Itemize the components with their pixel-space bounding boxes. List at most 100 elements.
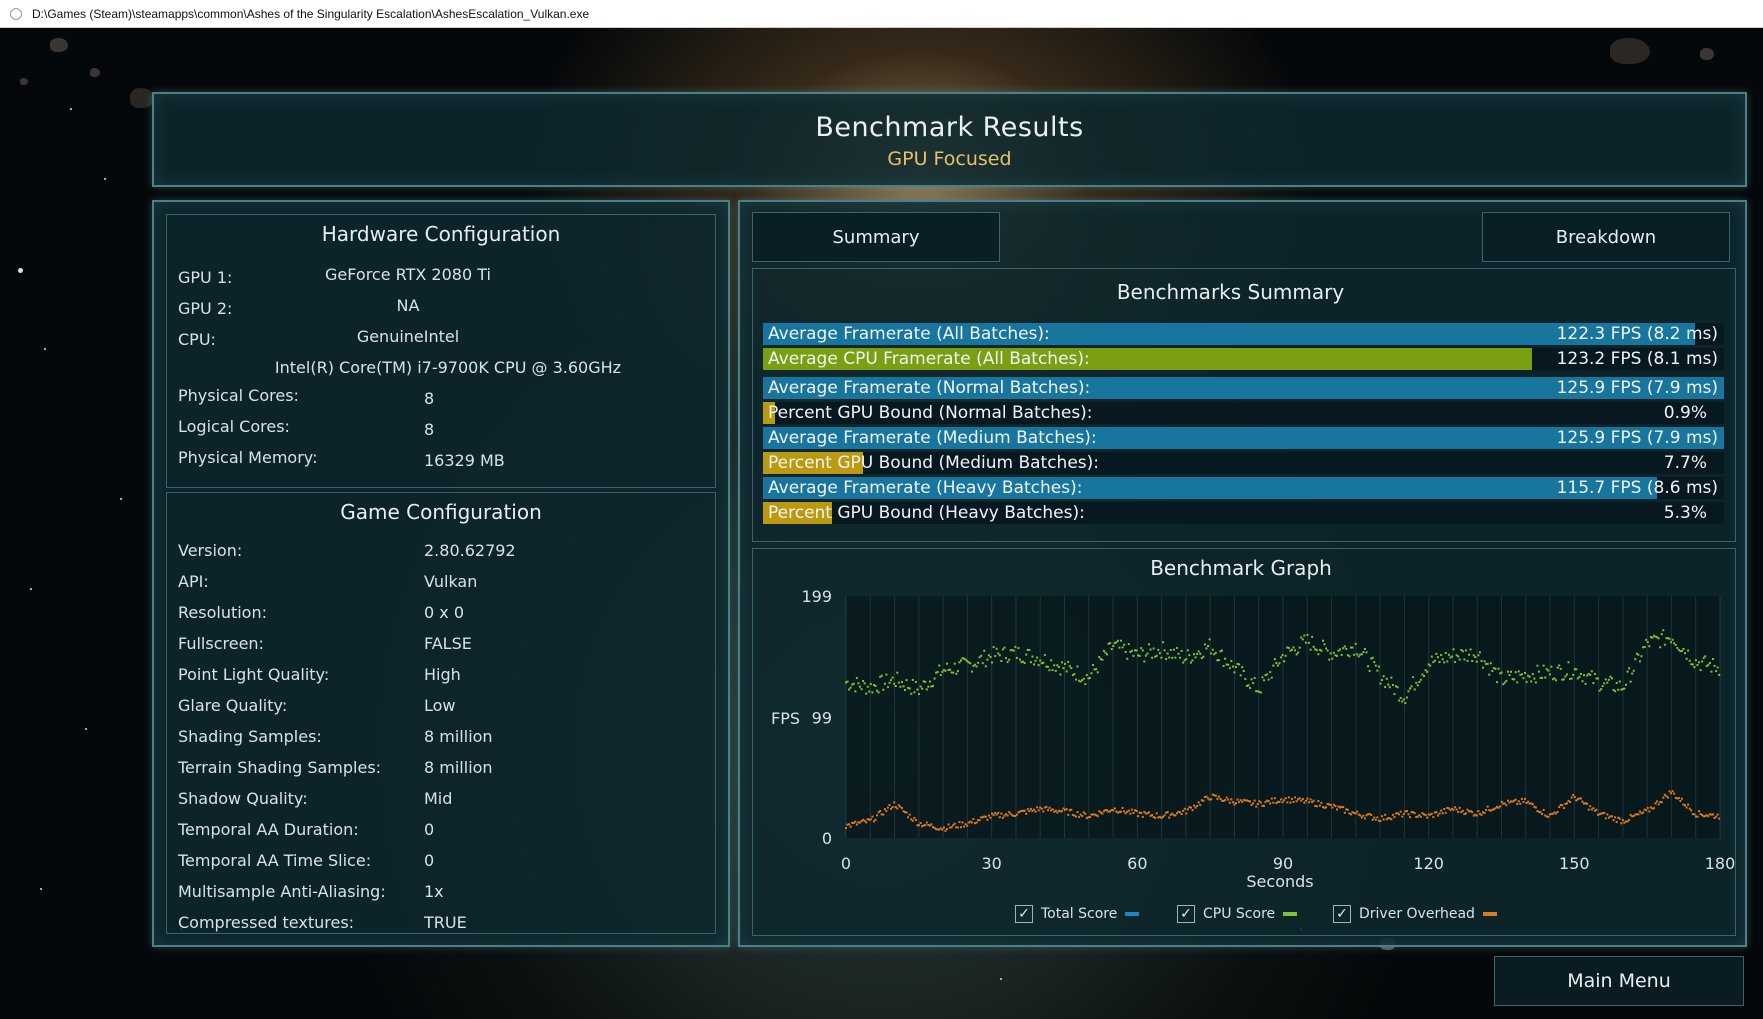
data-point [849,686,852,689]
data-point [1575,668,1578,671]
data-point [1121,646,1124,649]
data-point [1031,655,1034,658]
data-point [992,814,995,817]
data-point [989,816,992,819]
data-point [1614,690,1617,693]
main-menu-button[interactable]: Main Menu [1494,956,1744,1006]
data-point [1014,645,1017,648]
data-point [945,828,948,831]
data-point [1104,651,1107,654]
checkbox-checked-icon[interactable]: ✓ [1177,905,1195,923]
data-point [994,654,997,657]
data-point [1592,682,1595,685]
data-point [952,671,955,674]
data-point [1699,669,1702,672]
data-point [1283,799,1286,802]
data-point [958,661,961,664]
data-point [1519,802,1522,805]
data-point [1259,801,1262,804]
data-point [1348,655,1351,658]
data-point [1262,804,1265,807]
data-point [1600,688,1603,691]
data-point [862,679,865,682]
y-tick-label: 199 [801,587,832,606]
data-point [1496,681,1499,684]
data-point [1657,637,1660,640]
data-point [1443,661,1446,664]
data-point [1287,646,1290,649]
data-point [1581,680,1584,683]
data-point [936,671,939,674]
data-point [1698,810,1701,813]
data-point [1335,808,1338,811]
legend-cpu-score[interactable]: ✓ CPU Score [1177,904,1298,924]
data-point [855,677,858,680]
data-point [904,689,907,692]
data-point [1503,681,1506,684]
data-point [941,828,944,831]
data-point [1270,797,1273,800]
data-point [1572,793,1575,796]
data-point [1450,655,1453,658]
data-point [1513,678,1516,681]
data-point [1696,815,1699,818]
data-point [1085,673,1088,676]
data-point [1611,815,1614,818]
data-point [1151,814,1154,817]
data-point [1708,661,1711,664]
data-point [1673,792,1676,795]
data-point [1673,642,1676,645]
data-point [1342,647,1345,650]
data-point [1186,649,1189,652]
data-point [984,815,987,818]
data-point [1065,670,1068,673]
data-point [863,682,866,685]
data-point [1693,813,1696,816]
data-point [1143,660,1146,663]
data-point [1182,809,1185,812]
data-point [1312,799,1315,802]
data-point [1415,681,1418,684]
data-point [1203,643,1206,646]
data-point [888,681,891,684]
data-point [1381,815,1384,818]
data-point [1558,664,1561,667]
checkbox-checked-icon[interactable]: ✓ [1015,905,1033,923]
data-point [1309,798,1312,801]
y-axis-label: FPS [771,709,801,728]
data-point [874,684,877,687]
legend-total-score[interactable]: ✓ Total Score [1015,904,1140,924]
data-point [1390,818,1393,821]
data-point [989,656,992,659]
data-point [1438,812,1441,815]
legend-driver-overhead[interactable]: ✓ Driver Overhead [1333,904,1497,924]
data-point [1579,797,1582,800]
data-point [1051,669,1054,672]
data-point [1620,822,1623,825]
data-point [1440,654,1443,657]
data-point [848,688,851,691]
data-point [1500,800,1503,803]
data-point [1701,660,1704,663]
data-point [1503,802,1506,805]
data-point [905,811,908,814]
data-point [1666,796,1669,799]
data-point [1385,677,1388,680]
data-point [1015,813,1018,816]
data-point [1359,814,1362,817]
data-point [1388,686,1391,689]
data-point [1413,812,1416,815]
data-point [1211,648,1214,651]
data-point [885,810,888,813]
data-point [1435,811,1438,814]
data-point [1642,811,1645,814]
data-point [1217,659,1220,662]
data-point [1626,670,1629,673]
x-tick-label: 30 [981,854,1001,873]
data-point [1068,665,1071,668]
data-point [1382,818,1385,821]
data-point [913,816,916,819]
data-point [1541,813,1544,816]
data-point [924,824,927,827]
checkbox-checked-icon[interactable]: ✓ [1333,905,1351,923]
